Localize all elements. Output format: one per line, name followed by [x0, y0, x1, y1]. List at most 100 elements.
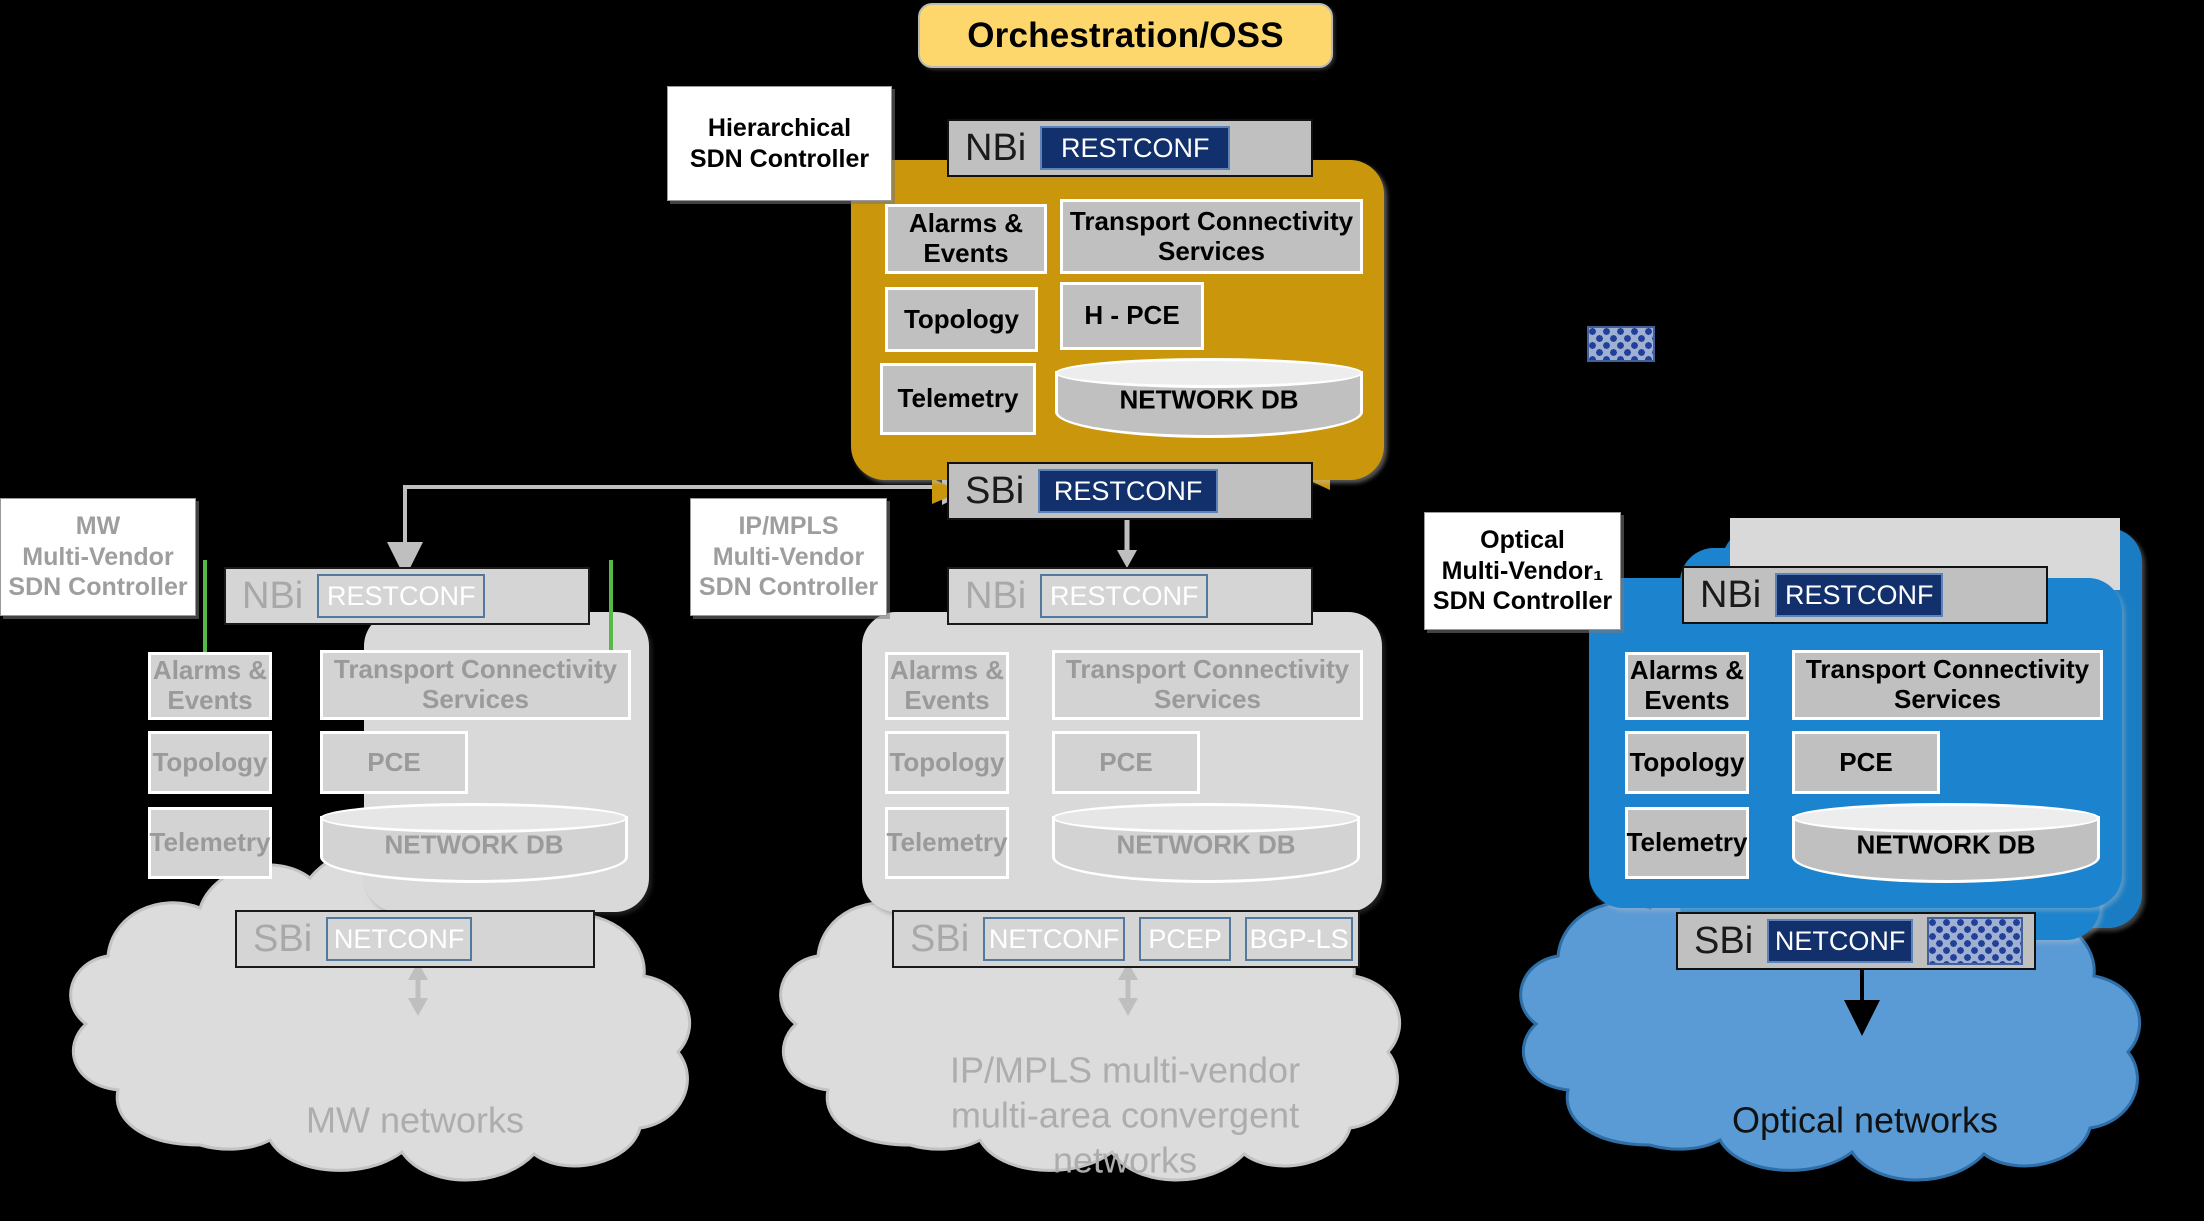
cloud-label: IP/MPLS multi-vendor multi-area converge…: [770, 1048, 1480, 1183]
module-alarms-events[interactable]: Alarms & Events: [148, 652, 272, 720]
protocol-netconf[interactable]: NETCONF: [1767, 919, 1914, 963]
module-line-2: Services: [1154, 684, 1261, 714]
hierarchical-sdn-controller-callout: Hierarchical SDN Controller: [667, 86, 892, 201]
module-alarms-events[interactable]: Alarms & Events: [885, 652, 1009, 720]
orchestration-oss-box[interactable]: Orchestration/OSS: [918, 3, 1333, 68]
mw-sbi-label: SBi: [253, 918, 313, 960]
module-pce[interactable]: PCE: [1792, 731, 1940, 794]
optical-sdn-controller-callout: Optical Multi-Vendor₁ SDN Controller: [1424, 512, 1621, 630]
ipmpls-nbi-bar[interactable]: NBi RESTCONF: [947, 567, 1313, 625]
module-line-2: Events: [923, 238, 1009, 268]
protocol-restconf[interactable]: RESTCONF: [1040, 574, 1209, 618]
callout-line-3: SDN Controller: [8, 573, 188, 602]
callout-line-2: Multi-Vendor: [712, 542, 865, 571]
module-line-1: Alarms &: [152, 655, 268, 686]
callout-line-3: SDN Controller: [698, 573, 879, 602]
callout-line-1: IP/MPLS: [738, 512, 839, 541]
module-h-pce[interactable]: H - PCE: [1060, 282, 1204, 350]
hierarchical-sbi-label: SBi: [965, 470, 1025, 512]
hierarchical-nbi-bar[interactable]: NBi RESTCONF: [947, 119, 1313, 177]
module-line-2: Services: [1894, 684, 2001, 714]
mw-nbi-bar[interactable]: NBi RESTCONF: [224, 567, 590, 625]
protocol-restconf[interactable]: RESTCONF: [1040, 126, 1231, 170]
callout-line-2: Multi-Vendor: [22, 542, 174, 571]
module-transport-connectivity-services[interactable]: Transport Connectivity Services: [320, 650, 631, 720]
optical-nbi-bar[interactable]: NBi RESTCONF: [1682, 566, 2048, 624]
callout-line-1: Hierarchical: [707, 114, 852, 142]
module-alarms-events[interactable]: Alarms & Events: [885, 204, 1047, 274]
cloud-line-1: IP/MPLS multi-vendor: [949, 1049, 1301, 1091]
module-topology[interactable]: Topology: [148, 731, 272, 794]
module-line-1: Transport Connectivity: [333, 654, 618, 685]
checker-pattern-legend-swatch: [1587, 326, 1655, 362]
module-line-1: Transport Connectivity: [1805, 654, 2090, 685]
checker-pattern-swatch-icon: [1927, 917, 2024, 965]
module-telemetry[interactable]: Telemetry: [1625, 807, 1749, 879]
mw-green-link-right: [609, 560, 613, 660]
ipmpls-sdn-controller-callout: IP/MPLS Multi-Vendor SDN Controller: [690, 498, 887, 616]
module-network-db[interactable]: NETWORK DB: [1052, 803, 1360, 883]
ipmpls-sbi-label: SBi: [910, 918, 970, 960]
hierarchical-nbi-label: NBi: [965, 127, 1027, 169]
module-transport-connectivity-services[interactable]: Transport Connectivity Services: [1052, 650, 1363, 720]
module-telemetry[interactable]: Telemetry: [880, 363, 1036, 435]
db-label: NETWORK DB: [384, 829, 564, 860]
module-pce[interactable]: PCE: [1052, 731, 1200, 794]
protocol-netconf[interactable]: NETCONF: [326, 917, 473, 961]
ipmpls-networks-cloud: IP/MPLS multi-vendor multi-area converge…: [770, 1010, 1480, 1205]
protocol-pcep[interactable]: PCEP: [1139, 917, 1232, 961]
db-label: NETWORK DB: [1119, 384, 1299, 415]
module-line-1: Alarms &: [1629, 655, 1745, 686]
diagram-canvas: Orchestration/OSS Hierarchical SDN Contr…: [0, 0, 2204, 1221]
hierarchical-sbi-bar[interactable]: SBi RESTCONF: [947, 462, 1313, 520]
module-network-db[interactable]: NETWORK DB: [320, 803, 628, 883]
module-line-2: Services: [1158, 235, 1265, 266]
optical-nbi-label: NBi: [1700, 574, 1762, 616]
optical-sbi-bar[interactable]: SBi NETCONF: [1676, 912, 2036, 970]
callout-line-3: SDN Controller: [1432, 587, 1613, 616]
module-line-2: Services: [422, 684, 529, 714]
module-line-2: Events: [904, 685, 990, 715]
module-telemetry[interactable]: Telemetry: [148, 807, 272, 879]
protocol-restconf[interactable]: RESTCONF: [1038, 469, 1219, 513]
cloud-line-2: multi-area convergent: [950, 1094, 1300, 1136]
module-line-2: Events: [167, 685, 253, 715]
module-topology[interactable]: Topology: [885, 287, 1038, 352]
module-telemetry[interactable]: Telemetry: [885, 807, 1009, 879]
callout-line-2: Multi-Vendor₁: [1441, 556, 1604, 585]
module-alarms-events[interactable]: Alarms & Events: [1625, 652, 1749, 720]
mw-sbi-bar[interactable]: SBi NETCONF: [235, 910, 595, 968]
protocol-restconf[interactable]: RESTCONF: [317, 574, 486, 618]
callout-line-1: MW: [75, 512, 121, 541]
module-line-1: Alarms &: [889, 655, 1005, 686]
module-transport-connectivity-services[interactable]: Transport Connectivity Services: [1792, 650, 2103, 720]
optical-networks-cloud: Optical networks: [1510, 1010, 2204, 1205]
module-line-1: Alarms &: [908, 208, 1024, 239]
protocol-bgp-ls[interactable]: BGP-LS: [1245, 917, 1354, 961]
optical-sbi-label: SBi: [1694, 920, 1754, 962]
mw-sdn-controller-callout: MW Multi-Vendor SDN Controller: [0, 498, 196, 616]
module-line-2: Events: [1644, 685, 1730, 715]
cloud-label: Optical networks: [1731, 1099, 1999, 1141]
module-topology[interactable]: Topology: [885, 731, 1009, 794]
ipmpls-sbi-bar[interactable]: SBi NETCONF PCEP BGP-LS: [892, 910, 1360, 968]
cloud-label: MW networks: [305, 1099, 525, 1141]
mw-nbi-label: NBi: [242, 575, 304, 617]
protocol-restconf[interactable]: RESTCONF: [1775, 573, 1944, 617]
callout-line-2: SDN Controller: [689, 144, 870, 173]
cloud-line-3: networks: [1052, 1139, 1198, 1181]
ipmpls-nbi-label: NBi: [965, 575, 1027, 617]
module-network-db[interactable]: NETWORK DB: [1055, 358, 1363, 438]
module-network-db[interactable]: NETWORK DB: [1792, 803, 2100, 883]
mw-green-link-left: [203, 560, 207, 660]
mw-networks-cloud: MW networks: [60, 1010, 770, 1205]
module-pce[interactable]: PCE: [320, 731, 468, 794]
protocol-netconf[interactable]: NETCONF: [983, 917, 1126, 961]
module-topology[interactable]: Topology: [1625, 731, 1749, 794]
module-line-1: Transport Connectivity: [1065, 654, 1350, 685]
db-label: NETWORK DB: [1856, 829, 2036, 860]
db-label: NETWORK DB: [1116, 829, 1296, 860]
module-line-1: Transport Connectivity: [1069, 205, 1354, 236]
module-transport-connectivity-services[interactable]: Transport Connectivity Services: [1060, 199, 1363, 274]
callout-line-1: Optical: [1480, 526, 1565, 555]
